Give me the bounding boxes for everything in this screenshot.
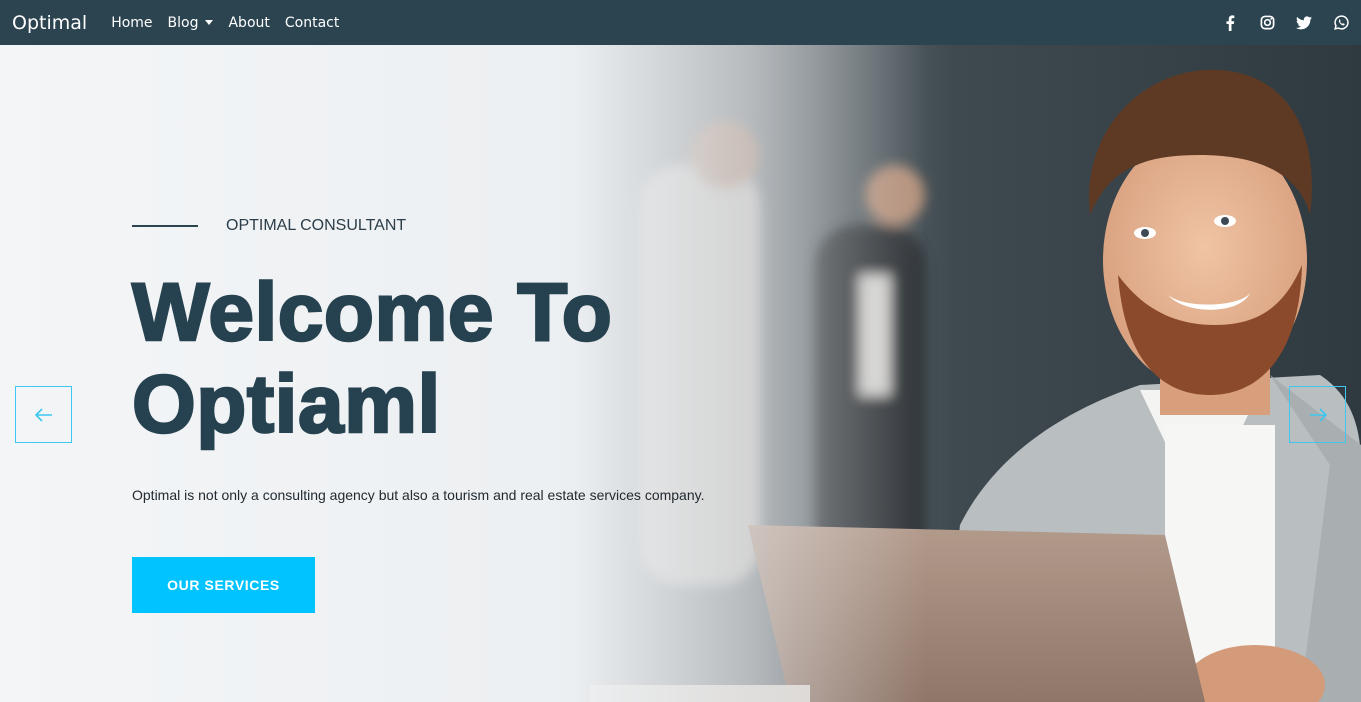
instagram-icon[interactable] (1259, 15, 1275, 31)
hero-title-line-2: Optiaml (131, 358, 442, 452)
our-services-button[interactable]: OUR SERVICES (132, 557, 315, 613)
hero-description: Optimal is not only a consulting agency … (132, 487, 705, 503)
nav-about[interactable]: About (228, 15, 269, 31)
slider-next-button[interactable] (1289, 386, 1346, 443)
nav-contact[interactable]: Contact (285, 15, 339, 31)
hero-slider: OPTIMAL CONSULTANT Welcome To Optiaml Op… (0, 45, 1361, 702)
social-links (1222, 14, 1349, 31)
eyebrow-text: OPTIMAL CONSULTANT (226, 217, 407, 234)
nav-blog-dropdown[interactable]: Blog (168, 15, 214, 31)
facebook-icon[interactable] (1222, 14, 1238, 31)
nav-blog-label: Blog (167, 14, 199, 31)
slider-prev-button[interactable] (15, 386, 72, 443)
main-nav: Home Blog About Contact (111, 15, 339, 31)
nav-home[interactable]: Home (111, 15, 152, 31)
hero-title: Welcome To Optiaml (131, 266, 812, 452)
twitter-icon[interactable] (1296, 15, 1312, 31)
caret-down-icon (205, 20, 214, 25)
hero-eyebrow: OPTIMAL CONSULTANT (132, 217, 406, 235)
hero-title-line-1: Welcome To (131, 266, 613, 360)
eyebrow-divider (132, 225, 198, 227)
top-navbar: Optimal Home Blog About Contact (0, 0, 1361, 45)
brand-logo[interactable]: Optimal (12, 12, 87, 34)
whatsapp-icon[interactable] (1333, 15, 1349, 31)
arrow-left-icon (34, 407, 52, 422)
arrow-right-icon (1309, 407, 1327, 422)
